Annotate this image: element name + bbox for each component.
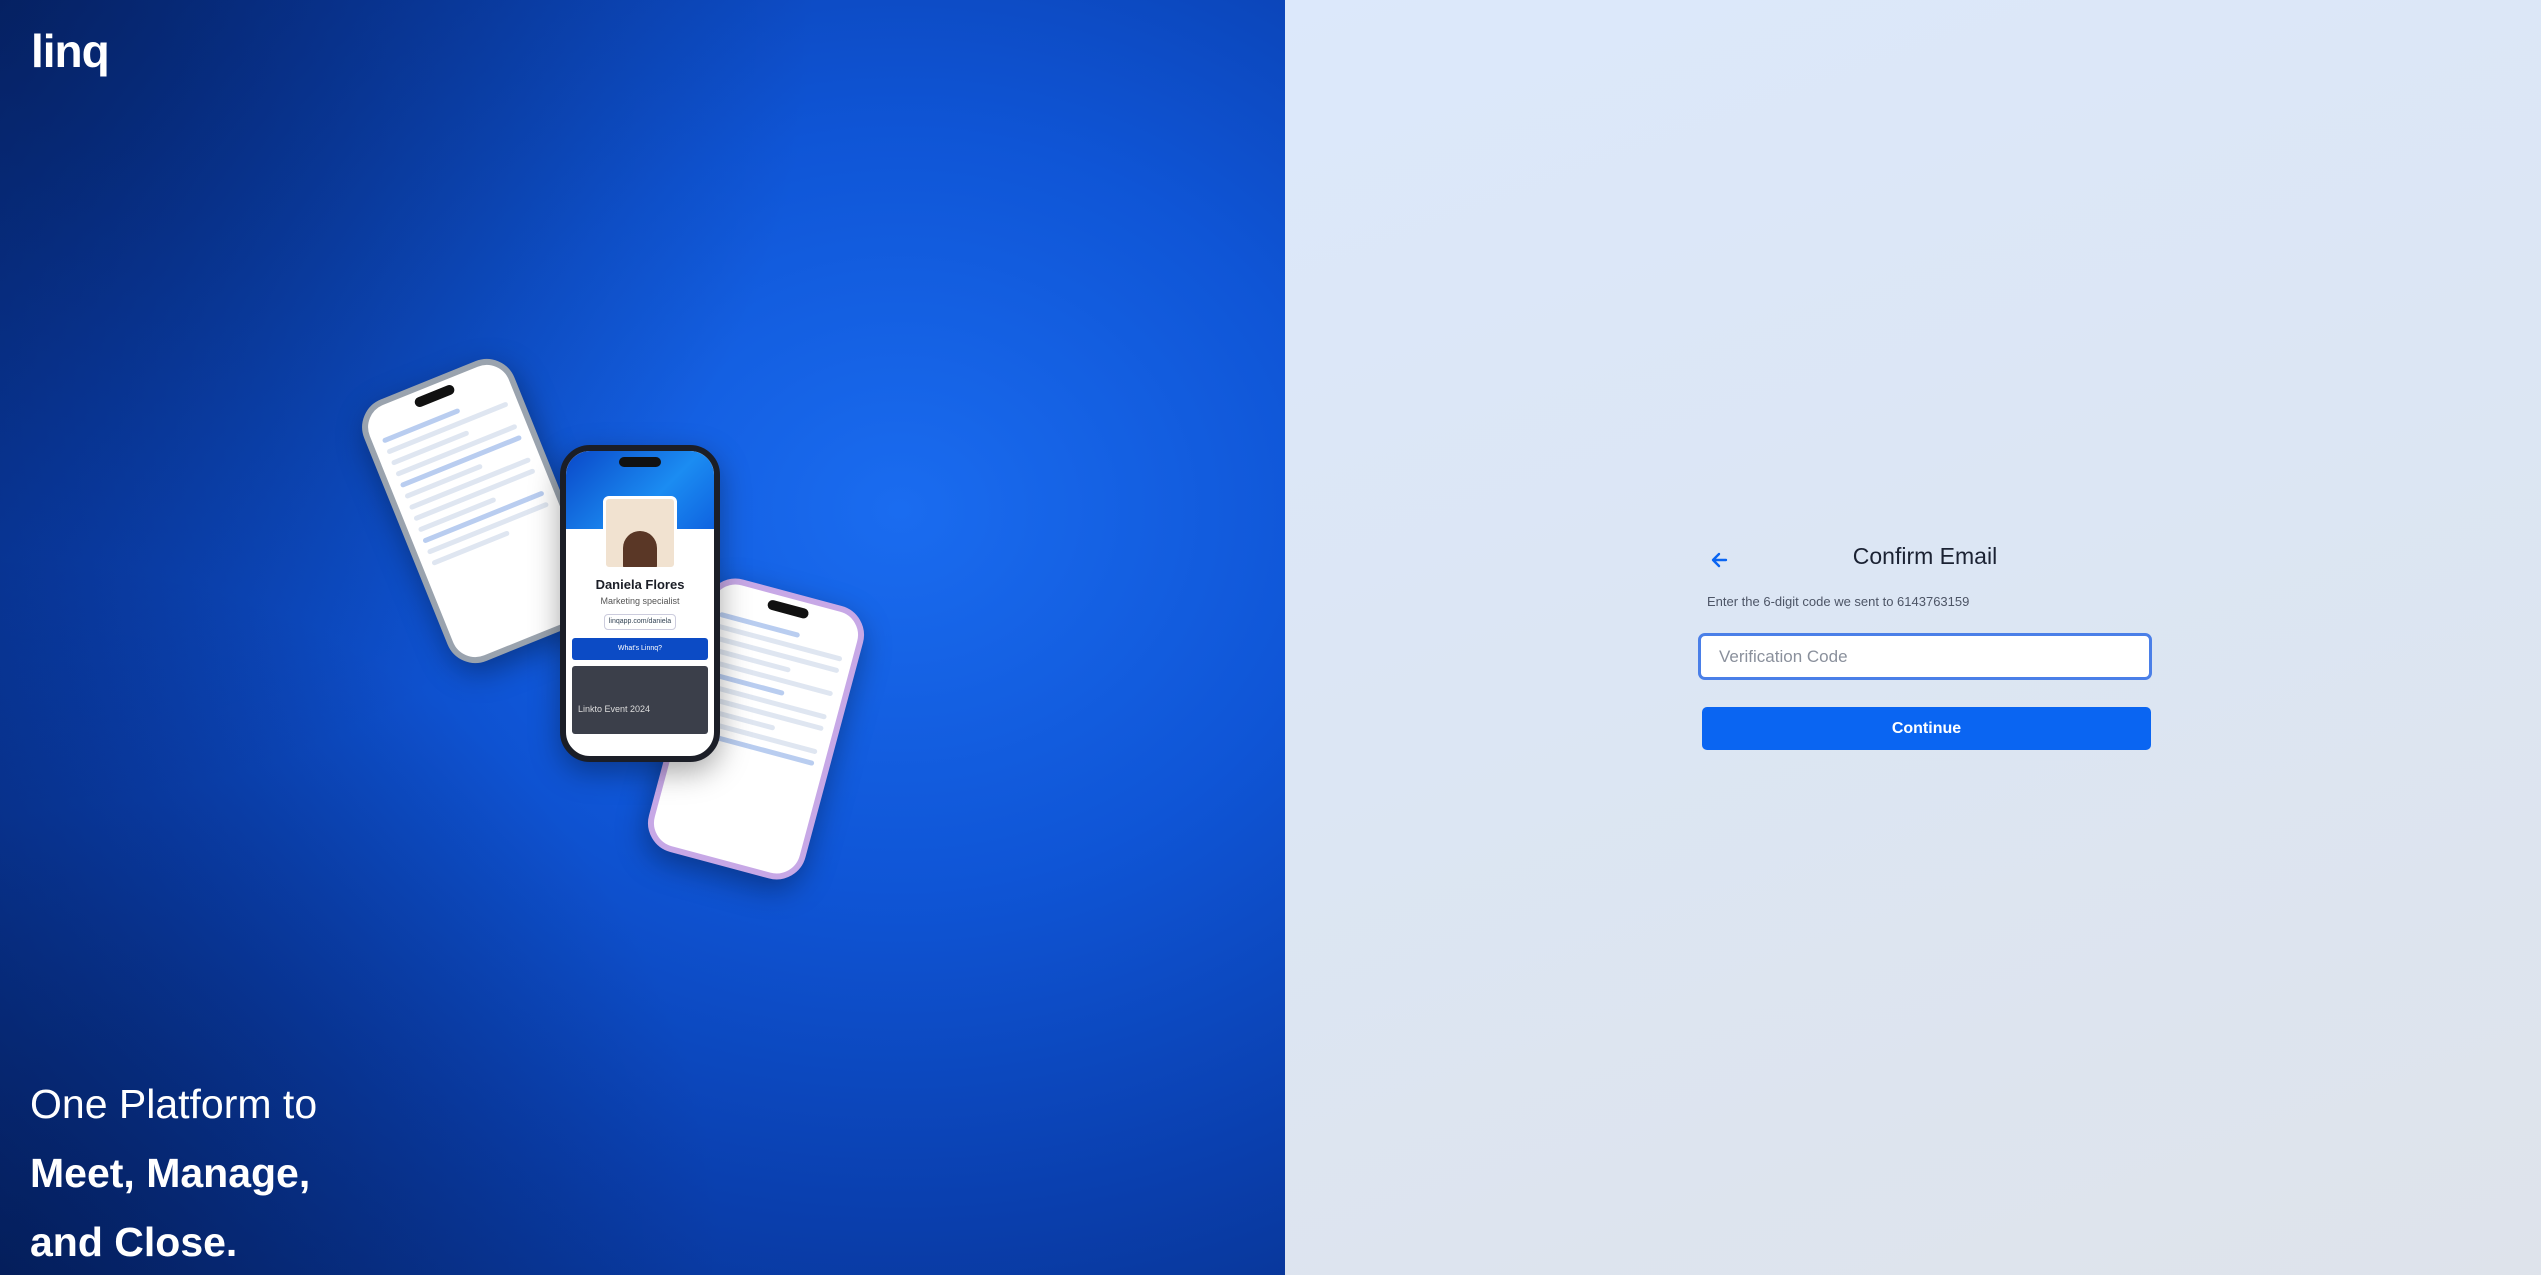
form-subtitle: Enter the 6-digit code we sent to 614376…	[1707, 594, 1970, 609]
profile-role: Marketing specialist	[600, 596, 680, 606]
tagline-line-2: Meet, Manage,	[30, 1150, 311, 1196]
hero-tagline: One Platform to Meet, Manage, and Close.	[30, 1070, 317, 1275]
linq-logo: linq	[31, 25, 110, 77]
continue-button[interactable]: Continue	[1702, 707, 2151, 750]
profile-button: What's Linnq?	[572, 638, 708, 660]
form-header: Confirm Email	[1690, 540, 2160, 580]
profile-banner	[566, 451, 714, 570]
form-panel: Confirm Email Enter the 6-digit code we …	[1285, 0, 2541, 1275]
hero-panel: linq Daniela Flores Marketing specialist	[0, 0, 1285, 1275]
confirm-email-form: Confirm Email Enter the 6-digit code we …	[1690, 540, 2160, 750]
profile-avatar	[603, 496, 677, 570]
profile-name: Daniela Flores	[595, 577, 685, 592]
profile-link: linqapp.com/daniela	[604, 614, 676, 630]
profile-video: Linkto Event 2024	[572, 666, 708, 734]
tagline-line-1: One Platform to	[30, 1081, 318, 1127]
tagline-line-3: and Close.	[30, 1219, 238, 1265]
phone-center-profile: Daniela Flores Marketing specialist linq…	[560, 445, 720, 762]
page-title: Confirm Email	[1852, 543, 1998, 569]
verification-code-input[interactable]	[1698, 633, 2152, 680]
phones-illustration: Daniela Flores Marketing specialist linq…	[353, 349, 871, 900]
